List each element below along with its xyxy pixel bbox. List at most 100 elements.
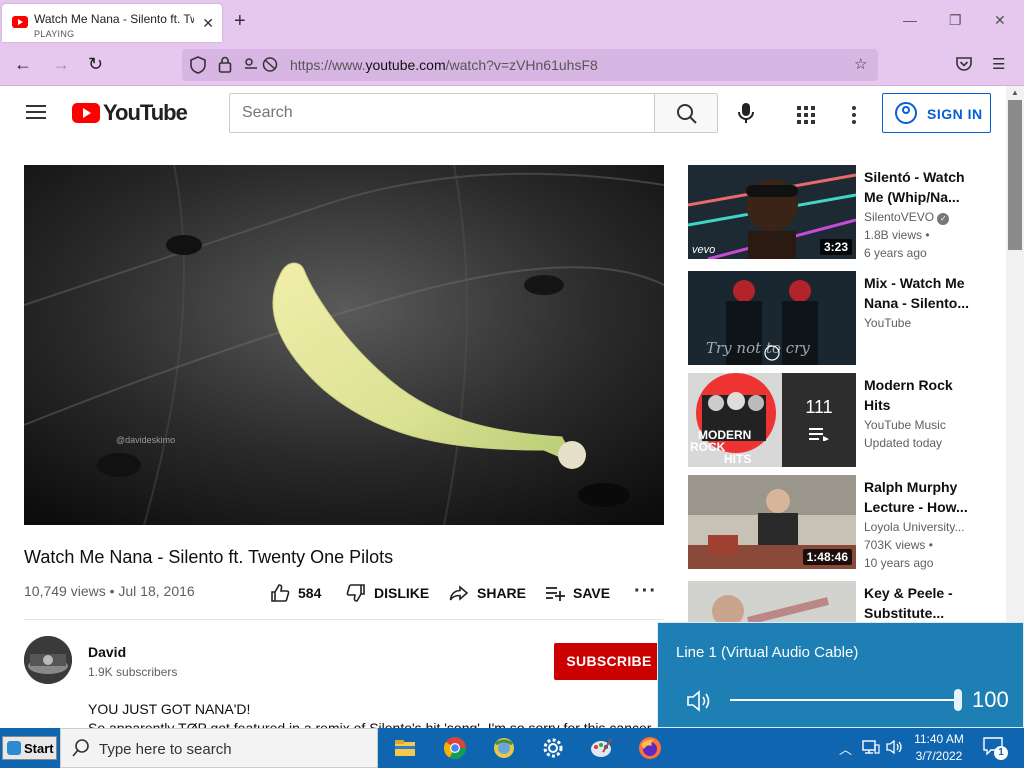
guide-menu-icon[interactable] (26, 105, 46, 119)
volume-value: 100 (972, 687, 1009, 712)
lock-icon[interactable] (218, 56, 232, 77)
dislike-button[interactable]: DISLIKE (346, 583, 429, 603)
taskbar-search-box[interactable]: Type here to search (60, 728, 378, 768)
firefox-icon[interactable] (638, 736, 662, 760)
recommendation-item[interactable]: Key & Peele - Substitute... (688, 581, 988, 622)
apps-grid-icon[interactable] (797, 104, 815, 130)
recommendation-item[interactable]: MODERN ROCK HITS 111 Modern Rock Hits Yo… (688, 373, 988, 467)
channel-avatar[interactable] (24, 636, 72, 684)
tab-title: Watch Me Nana - Silento ft. Twenty One P… (34, 12, 194, 26)
video-views-date: 10,749 views • Jul 18, 2016 (24, 583, 195, 599)
audio-device-name[interactable]: Line 1 (Virtual Audio Cable) (676, 644, 858, 661)
browser-app-icon[interactable] (492, 736, 516, 760)
menu-icon[interactable]: ☰ (992, 55, 1005, 73)
like-button[interactable]: 584 (270, 583, 321, 603)
channel-name[interactable]: David (88, 644, 126, 660)
search-input[interactable] (230, 94, 654, 132)
start-button[interactable]: Start (2, 736, 57, 760)
pocket-icon[interactable] (955, 56, 973, 77)
settings-gear-icon[interactable] (541, 736, 565, 760)
close-window-button[interactable]: ✕ (994, 12, 1006, 29)
playlist-add-icon (546, 587, 565, 601)
sign-in-button[interactable]: SIGN IN (882, 93, 991, 133)
search-icon (72, 739, 89, 757)
playlist-thumbnail[interactable]: MODERN ROCK HITS 111 (688, 373, 856, 467)
recommendation-title[interactable]: Silentó - Watch Me (Whip/Na... (864, 167, 974, 207)
more-actions-icon[interactable]: ··· (634, 580, 657, 603)
svg-text:vevo: vevo (692, 244, 715, 256)
back-button[interactable]: ← (14, 54, 32, 75)
restore-button[interactable]: ❐ (949, 12, 962, 29)
description-line-2: So apparently TØP got featured in a remi… (88, 720, 655, 728)
search-box[interactable] (229, 93, 655, 133)
youtube-logo-icon[interactable] (72, 103, 100, 123)
recommendation-channel[interactable]: YouTube (864, 316, 974, 330)
recommendation-channel[interactable]: Loyola University... (864, 520, 974, 534)
svg-text:ROCK: ROCK (690, 440, 726, 454)
share-button[interactable]: SHARE (449, 583, 526, 603)
video-thumbnail[interactable]: vevo 3:23 (688, 165, 856, 259)
subscribe-button[interactable]: SUBSCRIBE (554, 643, 664, 680)
volume-tray-icon[interactable] (886, 739, 904, 755)
recommendation-date: 6 years ago (864, 246, 927, 260)
recommendation-channel[interactable]: YouTube Music (864, 418, 974, 432)
voice-search-button[interactable] (730, 97, 762, 129)
paint-app-icon[interactable] (589, 736, 613, 760)
reload-button[interactable]: ↻ (88, 54, 103, 75)
network-icon[interactable] (862, 739, 880, 755)
search-icon (677, 104, 697, 124)
thumbs-down-icon (346, 584, 365, 602)
youtube-favicon-icon (12, 16, 28, 28)
bookmark-star-icon[interactable]: ☆ (854, 55, 867, 73)
recommendation-title[interactable]: Ralph Murphy Lecture - How... (864, 477, 974, 517)
taskbar-search-placeholder: Type here to search (99, 741, 232, 758)
notification-badge: 1 (994, 746, 1008, 760)
action-center-button[interactable]: 1 (983, 737, 1008, 760)
volume-slider-thumb[interactable] (954, 689, 962, 711)
video-thumbnail[interactable]: 1:48:46 (688, 475, 856, 569)
video-duration: 3:23 (819, 239, 852, 255)
address-bar[interactable]: https://www.youtube.com/watch?v=zVHn61uh… (182, 49, 878, 81)
windows-logo-icon (7, 741, 21, 755)
url-text[interactable]: https://www.youtube.com/watch?v=zVHn61uh… (290, 57, 598, 73)
youtube-logo-text[interactable]: YouTube (103, 100, 188, 126)
svg-text:HITS: HITS (724, 452, 751, 466)
playlist-count-overlay: 111 (782, 373, 856, 467)
permissions-icon[interactable] (244, 56, 278, 77)
thumbs-up-icon (271, 584, 290, 602)
shield-icon[interactable] (190, 56, 206, 78)
minimize-button[interactable]: — (903, 12, 917, 28)
recommendation-title[interactable]: Modern Rock Hits (864, 375, 974, 415)
youtube-header: YouTube SIGN IN (0, 86, 1006, 142)
video-thumbnail[interactable] (688, 581, 856, 622)
recommendation-item[interactable]: 1:48:46 Ralph Murphy Lecture - How... Lo… (688, 475, 988, 570)
tab-playing-status: PLAYING (34, 29, 75, 39)
video-thumbnail[interactable]: Try not to cry (688, 271, 856, 365)
search-button[interactable] (654, 93, 718, 133)
recommendation-item[interactable]: vevo 3:23 Silentó - Watch Me (Whip/Na...… (688, 165, 988, 260)
recommendation-title[interactable]: Key & Peele - Substitute... (864, 583, 974, 622)
recommendation-date: 10 years ago (864, 556, 934, 570)
save-button[interactable]: SAVE (545, 583, 610, 603)
video-player[interactable]: @davideskimo (24, 165, 664, 525)
scroll-up-icon[interactable]: ▲ (1011, 88, 1019, 97)
clock-time: 11:40 AM (914, 732, 964, 746)
file-explorer-icon[interactable] (393, 736, 417, 760)
recommendation-views: 703K views • (864, 538, 933, 552)
speaker-icon[interactable] (686, 689, 714, 713)
browser-nav-bar: ← → ↻ https://www.youtube.com/watch?v=zV… (0, 44, 1024, 86)
show-hidden-icons-icon[interactable]: ︿ (839, 739, 852, 758)
account-icon (895, 102, 917, 124)
chrome-icon[interactable] (443, 736, 467, 760)
browser-tab[interactable]: Watch Me Nana - Silento ft. Twenty One P… (2, 4, 222, 42)
new-tab-button[interactable]: + (234, 10, 246, 33)
volume-slider-track[interactable] (730, 699, 958, 701)
tab-close-icon[interactable]: ✕ (202, 15, 214, 32)
forward-button[interactable]: → (52, 54, 70, 75)
recommendation-title[interactable]: Mix - Watch Me Nana - Silento... (864, 273, 974, 313)
scrollbar-thumb[interactable] (1008, 100, 1022, 250)
settings-dots-icon[interactable] (851, 104, 857, 130)
recommendation-item[interactable]: Try not to cry Mix - Watch Me Nana - Sil… (688, 271, 988, 365)
system-clock[interactable]: 11:40 AM 3/7/2022 (904, 731, 974, 765)
recommendation-channel[interactable]: SilentoVEVO ✓ (864, 210, 974, 225)
